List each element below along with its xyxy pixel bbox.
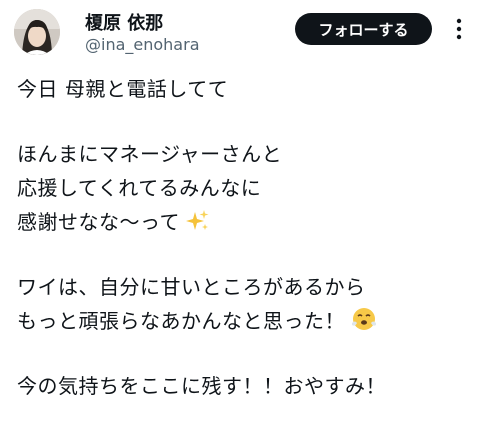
avatar[interactable] [14,9,60,55]
tweet-line: 今の気持ちをここに残す！！おやすみ！ [17,374,386,398]
tweet-line-text: 感謝せなな〜って [17,210,180,234]
avatar-image [14,9,60,55]
tweet-line-text: もっと頑張らなあかんなと思った！ [17,309,345,333]
tweet-text: 今日 母親と電話してて ほんまにマネージャーさんと 応援してくれてるみんなに 感… [17,72,472,403]
tweet-line-with-emoji: もっと頑張らなあかんなと思った！ [17,304,472,338]
tweet-header: 榎原 依那 @ina_enohara フォローする [0,0,480,66]
tweet-line: ワイは、自分に甘いところがあるから [17,275,366,299]
more-vertical-icon [456,18,462,40]
sparkles-icon [186,209,210,243]
follow-button[interactable]: フォローする [295,13,432,45]
display-name[interactable]: 榎原 依那 [85,9,163,35]
user-handle[interactable]: @ina_enohara [85,35,200,54]
more-options-button[interactable] [447,17,471,41]
face-with-steam-icon [351,306,377,342]
tweet-line-with-emoji: 感謝せなな〜って [17,205,472,239]
tweet-line: ほんまにマネージャーさんと [17,142,283,166]
tweet-line: 応援してくれてるみんなに [17,176,262,200]
tweet-line: 今日 母親と電話してて [17,77,229,101]
